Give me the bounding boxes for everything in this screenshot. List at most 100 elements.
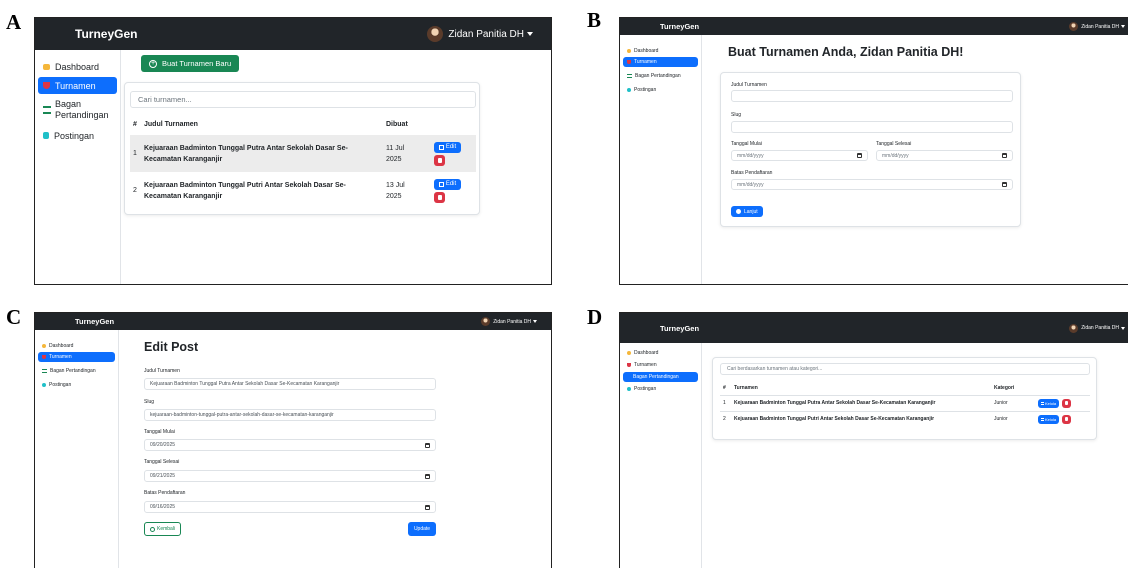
slug-label: Slug (731, 112, 742, 118)
end-date-placeholder: mm/dd/yyyy (882, 152, 909, 159)
screenshot-c: TurneyGen Zidan Panitia DH Dashboard Tur… (34, 312, 552, 568)
avatar (1069, 22, 1079, 31)
sidebar-item-label: Dashboard (49, 343, 74, 349)
deadline-input[interactable]: mm/dd/yyyy (731, 179, 1013, 190)
sidebar-item-label: Bagan Pertandingan (50, 368, 96, 374)
table-row: 2 Kejuaraan Badminton Tunggal Putri Anta… (720, 411, 1090, 427)
end-date-label: Tanggal Selesai (144, 459, 180, 465)
sidebar-item-turnamen[interactable]: Turnamen (38, 352, 115, 362)
slug-value: kejuaraan-badminton-tunggal-putra-antar-… (150, 412, 334, 418)
delete-button[interactable] (434, 154, 445, 166)
update-button[interactable]: Update (408, 522, 436, 536)
sidebar-item-postingan[interactable]: Postingan (623, 85, 698, 95)
sidebar-item-bagan[interactable]: Bagan Pertandingan (38, 96, 117, 124)
screenshot-b: TurneyGen Zidan Panitia DH Dashboard Tur… (619, 17, 1128, 285)
end-date-input[interactable]: mm/dd/yyyy (876, 150, 1013, 161)
manage-button[interactable]: Kelola (1038, 398, 1060, 408)
sidebar-item-dashboard[interactable]: Dashboard (623, 348, 698, 358)
sidebar-item-turnamen[interactable]: Turnamen (623, 57, 698, 67)
calendar-icon[interactable] (425, 504, 430, 510)
bracket-icon (1041, 401, 1044, 405)
navbar: TurneyGen Zidan Panitia DH (620, 313, 1128, 343)
slug-input[interactable] (731, 121, 1013, 133)
end-date-input[interactable]: 09/21/2025 (144, 470, 436, 482)
slug-input[interactable]: kejuaraan-badminton-tunggal-putra-antar-… (144, 409, 436, 421)
sidebar-item-postingan[interactable]: Postingan (38, 380, 115, 390)
deadline-value: 09/16/2025 (150, 504, 176, 510)
user-name: Zidan Panitia DH (1081, 325, 1119, 331)
panel-label-b: B (587, 8, 602, 32)
start-date-label: Tanggal Mulai (731, 141, 762, 147)
delete-button[interactable] (1062, 414, 1072, 424)
screenshot-d: TurneyGen Zidan Panitia DH Dashboard Tur… (619, 312, 1128, 568)
row-num: 2 (133, 187, 137, 194)
dashboard-icon (627, 351, 631, 355)
calendar-icon[interactable] (857, 153, 862, 158)
title-input[interactable]: Kejuaraan Badminton Tunggal Putra Antar … (144, 378, 436, 390)
user-menu[interactable]: Zidan Panitia DH (481, 317, 537, 326)
back-label: Kembali (157, 526, 176, 532)
title-input[interactable] (731, 90, 1013, 102)
deadline-placeholder: mm/dd/yyyy (737, 181, 764, 188)
sidebar-item-label-line2: Pertandingan (55, 110, 109, 120)
row-category: Junior (994, 400, 1008, 406)
row-category: Junior (994, 416, 1008, 423)
manage-label: Kelola (1045, 400, 1057, 406)
row-actions: Edit (434, 172, 476, 209)
sidebar-item-bagan[interactable]: Bagan Pertandingan (38, 366, 115, 376)
calendar-icon[interactable] (425, 473, 430, 479)
deadline-label: Batas Pendaftaran (731, 170, 773, 176)
search-input[interactable]: Cari berdasarkan turnamen atau kategori.… (720, 363, 1090, 375)
brand-logo[interactable]: TurneyGen (75, 317, 114, 326)
sidebar-item-label: Postingan (54, 130, 95, 141)
user-menu[interactable]: Zidan Panitia DH (1069, 22, 1125, 31)
start-date-input[interactable]: mm/dd/yyyy (731, 150, 868, 161)
sidebar-item-label: Turnamen (49, 354, 72, 360)
edit-label: Edit (445, 144, 457, 150)
user-menu[interactable]: Zidan Panitia DH (1069, 323, 1125, 333)
sidebar-item-dashboard[interactable]: Dashboard (38, 341, 115, 351)
deadline-input[interactable]: 09/16/2025 (144, 501, 436, 513)
start-date-value: 09/20/2025 (150, 442, 176, 448)
sidebar-item-postingan[interactable]: Postingan (38, 127, 117, 144)
sidebar-item-dashboard[interactable]: Dashboard (38, 58, 117, 75)
sidebar: Dashboard Turnamen Bagan Pertandingan Po… (35, 330, 119, 568)
brand-logo[interactable]: TurneyGen (75, 27, 137, 41)
brand-logo[interactable]: TurneyGen (660, 22, 699, 31)
row-date-line1: 13 Jul (386, 181, 405, 189)
sidebar-item-postingan[interactable]: Postingan (623, 384, 698, 394)
navbar: TurneyGen Zidan Panitia DH (35, 313, 551, 330)
sidebar-item-label: Bagan Pertandingan (55, 99, 109, 121)
sidebar-item-turnamen[interactable]: Turnamen (623, 360, 698, 370)
edit-button[interactable]: Edit (434, 178, 461, 190)
sidebar-item-bagan[interactable]: Bagan Pertandingan (623, 71, 698, 81)
brand-logo[interactable]: TurneyGen (660, 324, 699, 333)
sidebar-item-dashboard[interactable]: Dashboard (623, 46, 698, 56)
calendar-icon[interactable] (1002, 153, 1007, 158)
search-placeholder: Cari berdasarkan turnamen atau kategori.… (727, 366, 823, 372)
user-menu[interactable]: Zidan Panitia DH (427, 26, 533, 42)
sidebar-item-label: Postingan (634, 87, 657, 93)
bracket-icon (43, 106, 51, 114)
next-button[interactable]: Lanjut (731, 206, 763, 217)
start-date-label: Tanggal Mulai (144, 429, 175, 435)
delete-button[interactable] (434, 191, 445, 203)
sidebar-item-bagan[interactable]: Bagan Pertandingan (623, 372, 698, 382)
edit-label: Edit (445, 181, 457, 187)
bracket-table: # Turnamen Kategori 1 Kejuaraan Badminto… (720, 381, 1090, 427)
sidebar-item-turnamen[interactable]: Turnamen (38, 77, 117, 94)
delete-button[interactable] (1062, 398, 1072, 408)
edit-button[interactable]: Edit (434, 141, 461, 153)
calendar-icon[interactable] (1002, 182, 1007, 187)
manage-button[interactable]: Kelola (1038, 414, 1060, 424)
calendar-icon[interactable] (425, 442, 430, 448)
sidebar-item-label: Turnamen (634, 362, 657, 368)
new-tournament-button[interactable]: + Buat Turnamen Baru (141, 55, 240, 72)
avatar (481, 317, 491, 326)
start-date-input[interactable]: 09/20/2025 (144, 439, 436, 451)
search-input[interactable]: Cari turnamen... (130, 91, 476, 108)
sidebar-item-label: Bagan Pertandingan (635, 73, 681, 79)
user-name: Zidan Panitia DH (1081, 23, 1119, 30)
chevron-down-icon (1121, 25, 1125, 28)
back-button[interactable]: Kembali (144, 522, 182, 536)
